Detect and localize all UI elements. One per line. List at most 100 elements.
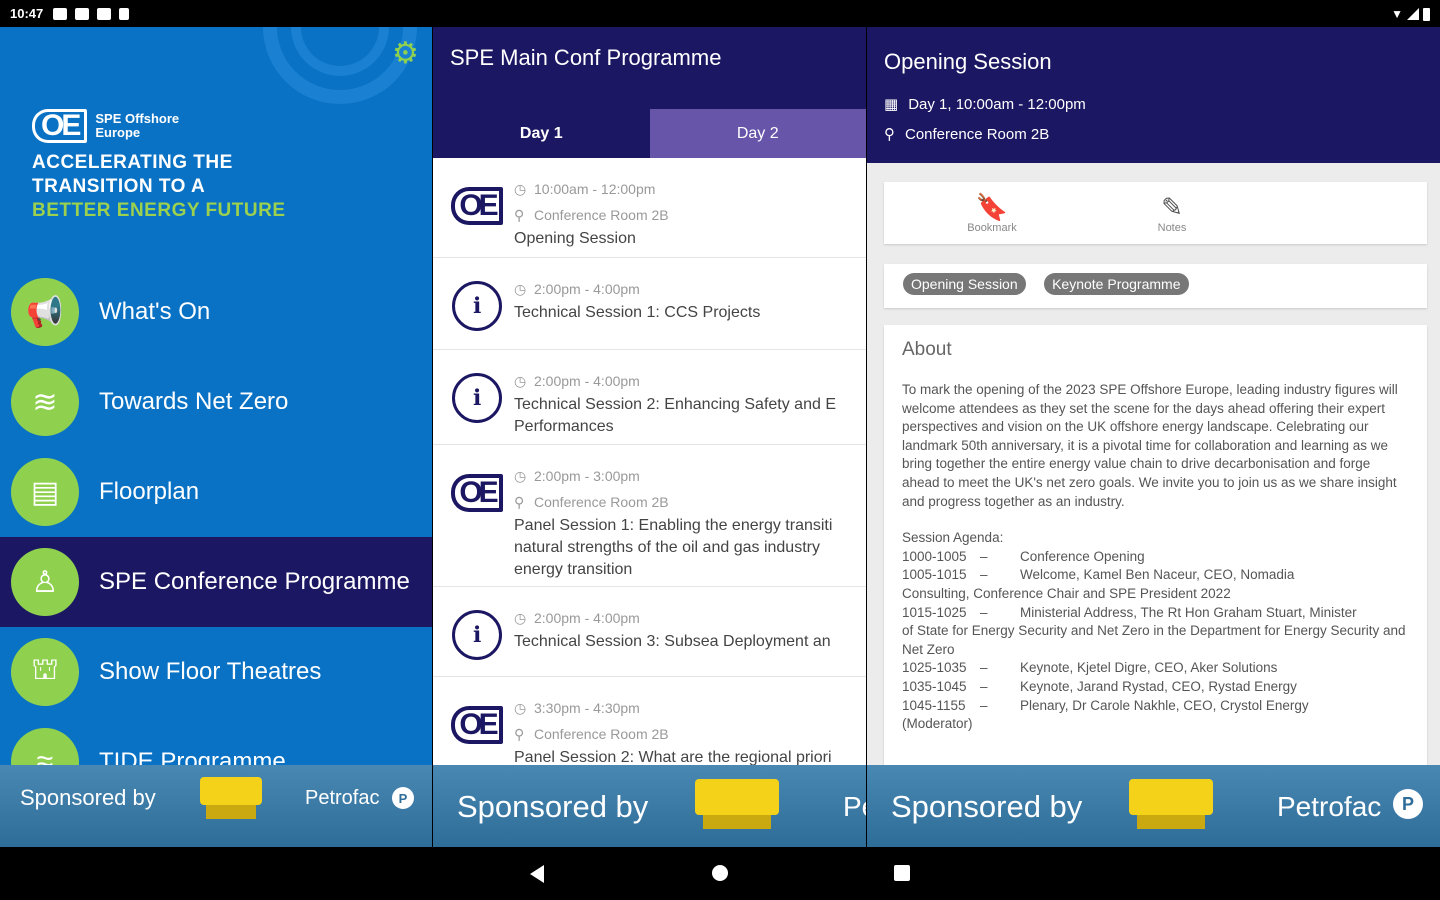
programme-header: SPE Main Conf Programme Day 1 Day 2 <box>433 27 866 158</box>
location-pin-icon: ⚲ <box>514 207 525 223</box>
notes-button[interactable]: ✎ Notes <box>1132 192 1212 234</box>
oe-logo: OE <box>451 467 503 519</box>
session-row[interactable]: ℹ ◷ 2:00pm - 4:00pm Technical Session 3: … <box>433 587 866 677</box>
session-room: Conference Room 2B <box>534 726 669 742</box>
agenda-item: 1025-1035– Keynote, Kjetel Digre, CEO, Ak… <box>902 659 1409 678</box>
session-name-cont: natural strengths of the oil and gas ind… <box>514 539 820 556</box>
menu-item-towards-net-zero[interactable]: ≋ Towards Net Zero <box>0 357 432 447</box>
notes-label: Notes <box>1157 222 1187 234</box>
sponsor-text: Sponsored by <box>891 789 1083 824</box>
tab-day-2[interactable]: Day 2 <box>649 109 866 158</box>
sponsor-banner[interactable]: Sponsored by Petrofac P <box>0 765 432 847</box>
session-row[interactable]: OE ◷ 3:30pm - 4:30pm ⚲ Conference Room 2B … <box>433 677 866 777</box>
agenda-text: Ministerial Address, The Rt Hon Graham S… <box>1020 604 1357 620</box>
session-time: 10:00am - 12:00pm <box>534 181 656 197</box>
session-list: OE ◷ 10:00am - 12:00pm ⚲ Conference Room 2… <box>433 158 866 777</box>
sponsor-banner[interactable]: Sponsored by Petrofac P <box>867 765 1440 847</box>
recents-icon[interactable] <box>893 864 911 882</box>
day-tabs: Day 1 Day 2 <box>433 109 866 158</box>
session-row[interactable]: ℹ ◷ 2:00pm - 4:00pm Technical Session 2: … <box>433 350 866 445</box>
bookmark-icon: 🔖 <box>975 192 1009 222</box>
session-name: Technical Session 2: Enhancing Safety an… <box>514 396 836 413</box>
detail-where: Conference Room 2B <box>905 125 1050 143</box>
theatre-icon: ⛫ <box>11 638 79 706</box>
menu-item-label: Towards Net Zero <box>99 388 289 415</box>
conference-icon: ♙ <box>11 548 79 616</box>
offshore-platform-image <box>1129 779 1213 829</box>
session-row[interactable]: OE ◷ 10:00am - 12:00pm ⚲ Conference Room 2… <box>433 158 866 258</box>
agenda-item: 1015-1025– Ministerial Address, The Rt Ho… <box>902 604 1409 623</box>
sponsor-brand: Pe <box>843 791 866 822</box>
session-room: Conference Room 2B <box>534 494 669 510</box>
sponsor-text: Sponsored by <box>457 789 649 824</box>
back-icon[interactable] <box>528 864 546 884</box>
about-title: About <box>902 339 952 360</box>
bookmark-button[interactable]: 🔖 Bookmark <box>952 192 1032 234</box>
status-bar: 10:47 ▼ <box>0 0 1440 27</box>
agenda-text-cont: (Moderator) <box>902 716 973 732</box>
offshore-platform-image <box>695 779 779 829</box>
presenter-icon: ℹ <box>451 372 503 424</box>
session-name: Technical Session 3: Subsea Deployment a… <box>514 633 831 650</box>
sd-card-icon <box>119 7 130 20</box>
petrofac-logo-icon: P <box>392 787 414 809</box>
sponsor-brand: Petrofac <box>1277 791 1382 822</box>
offshore-platform-image <box>200 777 262 819</box>
agenda-item: 1005-1015– Welcome, Kamel Ben Naceur, CEO… <box>902 566 1409 585</box>
session-detail-panel: Opening Session ▦ Day 1, 10:00am - 12:00… <box>867 27 1440 847</box>
agenda-text: Keynote, Kjetel Digre, CEO, Aker Solutio… <box>1020 660 1278 676</box>
home-icon[interactable] <box>711 864 729 882</box>
gear-icon[interactable]: ⚙ <box>392 39 422 69</box>
session-row[interactable]: OE ◷ 2:00pm - 3:00pm ⚲ Conference Room 2B … <box>433 445 866 587</box>
agenda-text: Plenary, Dr Carole Nakhle, CEO, Crystol … <box>1020 697 1309 713</box>
agenda-text-cont: Consulting, Conference Chair and SPE Pre… <box>902 585 1231 601</box>
sponsor-banner[interactable]: Sponsored by Pe <box>433 765 866 847</box>
location-pin-icon: ⚲ <box>514 494 525 510</box>
session-name-cont: energy transition <box>514 561 633 578</box>
oe-logo: OE <box>451 699 503 751</box>
signal-icon <box>1407 8 1419 20</box>
tagline-line-3: BETTER ENERGY FUTURE <box>32 200 286 221</box>
about-text: To mark the opening of the 2023 SPE Offs… <box>902 382 1398 509</box>
menu-item-label: Show Floor Theatres <box>99 658 322 685</box>
app-window: ⚙ OE SPE Offshore Europe ACCELERATING TH… <box>0 27 1440 847</box>
tab-day-1[interactable]: Day 1 <box>433 109 650 158</box>
page-title: SPE Main Conf Programme <box>450 45 722 70</box>
agenda-text: Welcome, Kamel Ben Naceur, CEO, Nomadia <box>1020 567 1295 583</box>
tagline-line-2: TRANSITION TO A <box>32 176 206 197</box>
tag-chip[interactable]: Opening Session <box>903 273 1026 295</box>
agenda-time: 1045-1155 <box>902 697 966 713</box>
session-time: 2:00pm - 4:00pm <box>534 373 640 389</box>
battery-icon <box>1423 7 1430 21</box>
session-row[interactable]: ℹ ◷ 2:00pm - 4:00pm Technical Session 1: … <box>433 258 866 350</box>
sponsor-brand: Petrofac <box>305 787 380 809</box>
presenter-icon: ℹ <box>451 280 503 332</box>
menu-item-spe-conference-programme[interactable]: ♙ SPE Conference Programme <box>0 537 432 627</box>
menu-item-floorplan[interactable]: ▤ Floorplan <box>0 447 432 537</box>
notification-icon <box>97 7 112 20</box>
tag-chip[interactable]: Keynote Programme <box>1044 273 1189 295</box>
clock-icon: ◷ <box>514 700 527 716</box>
location-pin-icon: ⚲ <box>514 726 525 742</box>
navigation-drawer: ⚙ OE SPE Offshore Europe ACCELERATING TH… <box>0 27 432 847</box>
agenda-time: 1015-1025 <box>902 604 967 620</box>
agenda-text: Conference Opening <box>1020 548 1145 564</box>
session-room: Conference Room 2B <box>534 207 669 223</box>
megaphone-icon: 📢 <box>11 278 79 346</box>
bookmark-label: Bookmark <box>967 222 1017 234</box>
session-name: Panel Session 1: Enabling the energy tra… <box>514 517 833 534</box>
agenda-title: Session Agenda: <box>902 530 1004 546</box>
menu-item-label: SPE Conference Programme <box>99 568 410 595</box>
agenda-text: Keynote, Jarand Rystad, CEO, Rystad Ener… <box>1020 678 1297 694</box>
net-zero-icon: ≋ <box>11 368 79 436</box>
menu-item-whats-on[interactable]: 📢 What's On <box>0 267 432 357</box>
actions-card: 🔖 Bookmark ✎ Notes <box>884 182 1427 244</box>
detail-when: Day 1, 10:00am - 12:00pm <box>908 95 1086 113</box>
drawer-menu: 📢 What's On ≋ Towards Net Zero ▤ Floorpl… <box>0 267 432 807</box>
location-pin-icon: ⚲ <box>884 126 895 143</box>
event-logo: OE SPE Offshore Europe ACCELERATING THE … <box>32 109 286 223</box>
clock-icon: ◷ <box>514 468 527 484</box>
pencil-icon: ✎ <box>1161 192 1183 222</box>
menu-item-show-floor-theatres[interactable]: ⛫ Show Floor Theatres <box>0 627 432 717</box>
session-name: Opening Session <box>514 230 636 247</box>
